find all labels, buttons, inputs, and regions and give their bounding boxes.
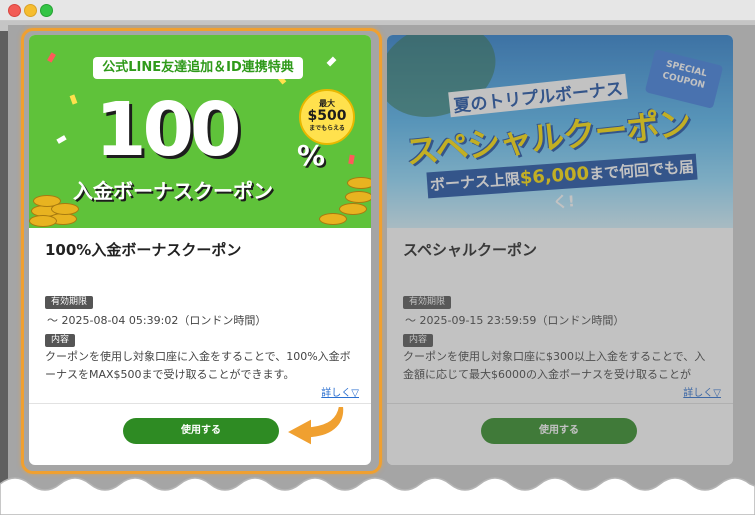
badge-line-3: までもらえる — [309, 125, 345, 132]
period-value: 〜 2025-08-04 05:39:02（ロンドン時間） — [47, 314, 267, 327]
period-label: 有効期限 — [45, 296, 94, 309]
banner-title-3-amount: $6,000 — [519, 163, 590, 189]
minimize-window-button[interactable] — [24, 4, 37, 17]
confetti — [69, 94, 78, 105]
coupon-card-special: SPECIAL COUPON 夏のトリプルボーナス スペシャルクーポン ボーナス… — [387, 35, 733, 465]
banner-title-3-pre: ボーナス上限 — [429, 169, 521, 195]
coin — [345, 191, 371, 203]
banner-subtitle: 入金ボーナスクーポン — [73, 179, 273, 203]
coupon-card-deposit-bonus: 公式LINE友達追加＆ID連携特典 100 % 入金ボーナスクーポン 最大 $5… — [29, 35, 371, 465]
coin — [29, 215, 57, 227]
close-window-button[interactable] — [8, 4, 21, 17]
divider — [387, 403, 733, 404]
confetti — [47, 52, 56, 63]
period-value: 〜 2025-09-15 23:59:59（ロンドン時間） — [405, 314, 625, 327]
content-label: 内容 — [45, 334, 76, 347]
period-label: 有効期限 — [403, 296, 452, 309]
coupon-banner-image: 公式LINE友達追加＆ID連携特典 100 % 入金ボーナスクーポン 最大 $5… — [29, 35, 371, 228]
confetti — [326, 56, 337, 67]
coin — [319, 213, 347, 225]
zoom-window-button[interactable] — [40, 4, 53, 17]
details-link[interactable]: 詳しく▽ — [321, 384, 359, 399]
coin — [339, 203, 367, 215]
use-coupon-button[interactable]: 使用する — [123, 418, 279, 444]
confetti — [348, 154, 355, 165]
pointing-arrow-icon — [283, 405, 346, 448]
banner-pill-text: 公式LINE友達追加＆ID連携特典 — [93, 57, 303, 79]
coupon-description: クーポンを使用し対象口座に入金をすることで、100%入金ボーナスをMAX$500… — [45, 350, 351, 381]
max-amount-badge: 最大 $500 までもらえる — [299, 89, 355, 145]
title-bar — [0, 0, 755, 21]
coupon-title: 100%入金ボーナスクーポン — [45, 241, 242, 259]
torn-edge-decoration — [0, 477, 755, 515]
use-coupon-button[interactable]: 使用する — [481, 418, 637, 444]
coin — [51, 203, 79, 215]
coupon-banner-image: SPECIAL COUPON 夏のトリプルボーナス スペシャルクーポン ボーナス… — [387, 35, 733, 228]
coin — [347, 177, 371, 189]
content-label: 内容 — [403, 334, 434, 347]
details-link[interactable]: 詳しく▽ — [683, 384, 721, 399]
confetti — [56, 135, 67, 144]
banner-big-number: 100 — [95, 87, 241, 173]
coupon-title: スペシャルクーポン — [403, 241, 537, 259]
badge-line-2: $500 — [307, 108, 347, 124]
coupon-description: クーポンを使用し対象口座に$300以上入金をすることで、入金額に応じて最大$60… — [403, 350, 706, 381]
app-window: 公式LINE友達追加＆ID連携特典 100 % 入金ボーナスクーポン 最大 $5… — [0, 0, 755, 515]
